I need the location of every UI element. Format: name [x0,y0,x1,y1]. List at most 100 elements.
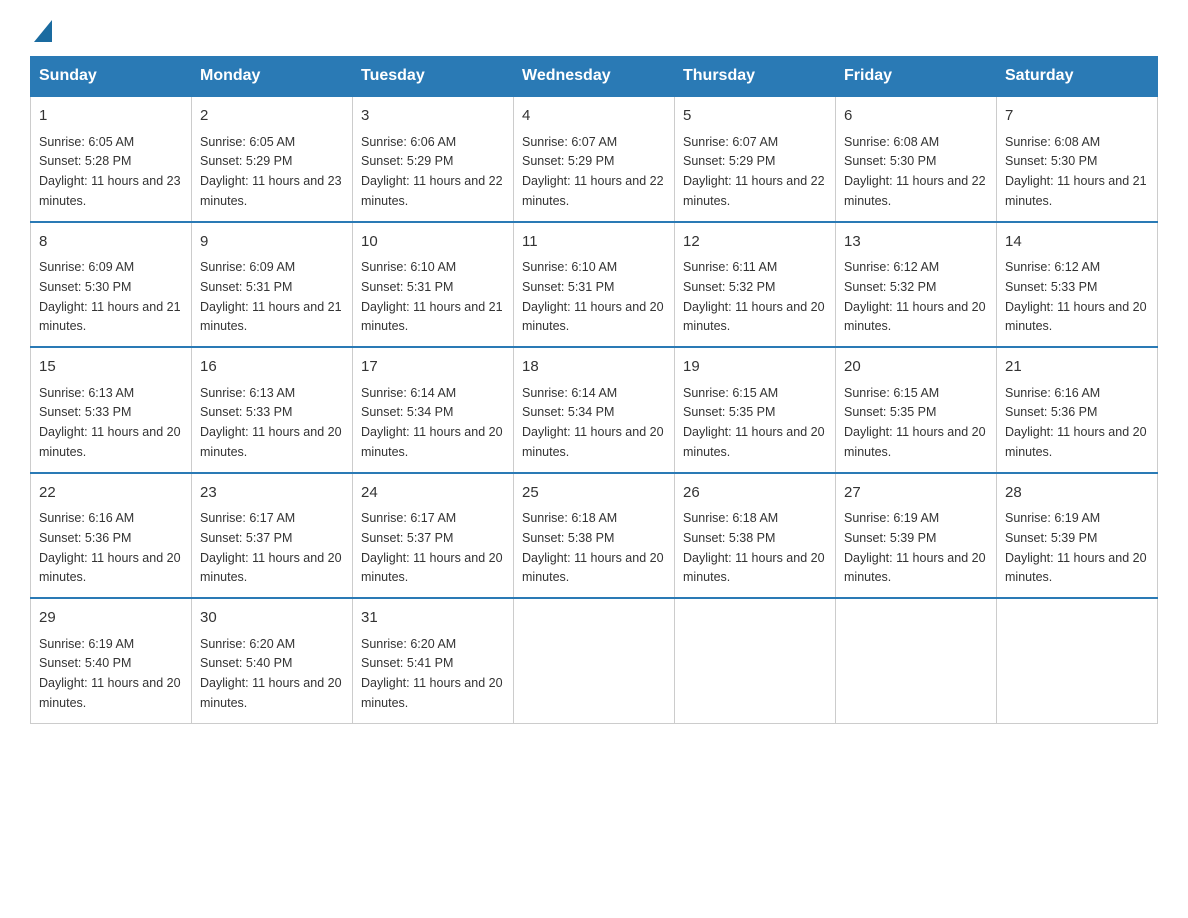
day-sunset: Sunset: 5:38 PM [683,531,775,545]
day-sunrise: Sunrise: 6:13 AM [39,386,134,400]
day-number: 26 [683,482,827,505]
day-sunrise: Sunrise: 6:14 AM [522,386,617,400]
day-sunrise: Sunrise: 6:17 AM [200,511,295,525]
day-number: 23 [200,482,344,505]
day-sunrise: Sunrise: 6:18 AM [522,511,617,525]
day-sunrise: Sunrise: 6:16 AM [1005,386,1100,400]
day-cell: 15Sunrise: 6:13 AMSunset: 5:33 PMDayligh… [31,347,192,473]
day-sunrise: Sunrise: 6:12 AM [1005,260,1100,274]
day-sunrise: Sunrise: 6:07 AM [522,135,617,149]
day-daylight: Daylight: 11 hours and 20 minutes. [200,425,342,459]
day-sunrise: Sunrise: 6:10 AM [361,260,456,274]
day-number: 3 [361,105,505,128]
day-daylight: Daylight: 11 hours and 20 minutes. [1005,425,1147,459]
day-number: 25 [522,482,666,505]
day-cell: 26Sunrise: 6:18 AMSunset: 5:38 PMDayligh… [675,473,836,599]
header-cell-thursday: Thursday [675,57,836,97]
day-cell: 31Sunrise: 6:20 AMSunset: 5:41 PMDayligh… [353,598,514,723]
day-sunrise: Sunrise: 6:15 AM [844,386,939,400]
day-cell [836,598,997,723]
day-cell: 29Sunrise: 6:19 AMSunset: 5:40 PMDayligh… [31,598,192,723]
day-number: 8 [39,231,183,254]
header-cell-monday: Monday [192,57,353,97]
day-cell: 25Sunrise: 6:18 AMSunset: 5:38 PMDayligh… [514,473,675,599]
day-number: 18 [522,356,666,379]
day-sunset: Sunset: 5:40 PM [200,656,292,670]
day-daylight: Daylight: 11 hours and 21 minutes. [39,300,181,334]
day-sunset: Sunset: 5:39 PM [844,531,936,545]
day-cell: 14Sunrise: 6:12 AMSunset: 5:33 PMDayligh… [997,222,1158,348]
day-sunset: Sunset: 5:29 PM [200,154,292,168]
day-daylight: Daylight: 11 hours and 20 minutes. [39,676,181,710]
day-cell: 20Sunrise: 6:15 AMSunset: 5:35 PMDayligh… [836,347,997,473]
day-cell [997,598,1158,723]
day-cell: 9Sunrise: 6:09 AMSunset: 5:31 PMDaylight… [192,222,353,348]
day-sunset: Sunset: 5:28 PM [39,154,131,168]
day-daylight: Daylight: 11 hours and 22 minutes. [683,174,825,208]
week-row-2: 8Sunrise: 6:09 AMSunset: 5:30 PMDaylight… [31,222,1158,348]
day-number: 31 [361,607,505,630]
day-number: 7 [1005,105,1149,128]
day-cell: 5Sunrise: 6:07 AMSunset: 5:29 PMDaylight… [675,96,836,222]
header-row: SundayMondayTuesdayWednesdayThursdayFrid… [31,57,1158,97]
day-daylight: Daylight: 11 hours and 22 minutes. [522,174,664,208]
week-row-5: 29Sunrise: 6:19 AMSunset: 5:40 PMDayligh… [31,598,1158,723]
day-sunset: Sunset: 5:39 PM [1005,531,1097,545]
day-number: 12 [683,231,827,254]
header-cell-saturday: Saturday [997,57,1158,97]
day-sunset: Sunset: 5:33 PM [200,405,292,419]
day-cell: 30Sunrise: 6:20 AMSunset: 5:40 PMDayligh… [192,598,353,723]
day-number: 5 [683,105,827,128]
week-row-3: 15Sunrise: 6:13 AMSunset: 5:33 PMDayligh… [31,347,1158,473]
day-cell: 2Sunrise: 6:05 AMSunset: 5:29 PMDaylight… [192,96,353,222]
day-number: 4 [522,105,666,128]
day-sunset: Sunset: 5:37 PM [200,531,292,545]
day-number: 11 [522,231,666,254]
day-daylight: Daylight: 11 hours and 20 minutes. [844,551,986,585]
day-cell: 21 Sunrise: 6:16 AM Sunset: 5:36 PM Dayligh… [997,347,1158,473]
day-number: 24 [361,482,505,505]
day-daylight: Daylight: 11 hours and 20 minutes. [361,676,503,710]
day-number: 28 [1005,482,1149,505]
day-daylight: Daylight: 11 hours and 20 minutes. [844,425,986,459]
day-sunrise: Sunrise: 6:08 AM [844,135,939,149]
day-cell: 16Sunrise: 6:13 AMSunset: 5:33 PMDayligh… [192,347,353,473]
day-cell: 24Sunrise: 6:17 AMSunset: 5:37 PMDayligh… [353,473,514,599]
day-sunrise: Sunrise: 6:05 AM [200,135,295,149]
day-daylight: Daylight: 11 hours and 20 minutes. [522,300,664,334]
day-number: 1 [39,105,183,128]
day-sunset: Sunset: 5:33 PM [39,405,131,419]
day-cell: 19Sunrise: 6:15 AMSunset: 5:35 PMDayligh… [675,347,836,473]
day-sunrise: Sunrise: 6:17 AM [361,511,456,525]
day-cell: 12Sunrise: 6:11 AMSunset: 5:32 PMDayligh… [675,222,836,348]
day-sunset: Sunset: 5:35 PM [683,405,775,419]
day-number: 21 [1005,356,1149,379]
day-cell [675,598,836,723]
day-sunrise: Sunrise: 6:19 AM [1005,511,1100,525]
day-sunset: Sunset: 5:32 PM [683,280,775,294]
day-daylight: Daylight: 11 hours and 20 minutes. [200,551,342,585]
day-daylight: Daylight: 11 hours and 20 minutes. [361,551,503,585]
day-sunrise: Sunrise: 6:11 AM [683,260,777,274]
day-daylight: Daylight: 11 hours and 20 minutes. [844,300,986,334]
day-cell: 8Sunrise: 6:09 AMSunset: 5:30 PMDaylight… [31,222,192,348]
day-number: 27 [844,482,988,505]
day-cell: 22Sunrise: 6:16 AMSunset: 5:36 PMDayligh… [31,473,192,599]
logo-triangle-icon [34,20,52,42]
day-daylight: Daylight: 11 hours and 20 minutes. [522,425,664,459]
day-sunset: Sunset: 5:36 PM [1005,405,1097,419]
day-daylight: Daylight: 11 hours and 21 minutes. [200,300,342,334]
day-number: 20 [844,356,988,379]
day-cell: 28Sunrise: 6:19 AMSunset: 5:39 PMDayligh… [997,473,1158,599]
day-sunrise: Sunrise: 6:08 AM [1005,135,1100,149]
day-cell: 6Sunrise: 6:08 AMSunset: 5:30 PMDaylight… [836,96,997,222]
day-sunset: Sunset: 5:31 PM [522,280,614,294]
day-number: 17 [361,356,505,379]
day-daylight: Daylight: 11 hours and 20 minutes. [1005,300,1147,334]
day-sunrise: Sunrise: 6:20 AM [200,637,295,651]
day-number: 14 [1005,231,1149,254]
day-sunrise: Sunrise: 6:12 AM [844,260,939,274]
day-sunset: Sunset: 5:29 PM [361,154,453,168]
day-sunset: Sunset: 5:29 PM [522,154,614,168]
day-daylight: Daylight: 11 hours and 21 minutes. [1005,174,1147,208]
